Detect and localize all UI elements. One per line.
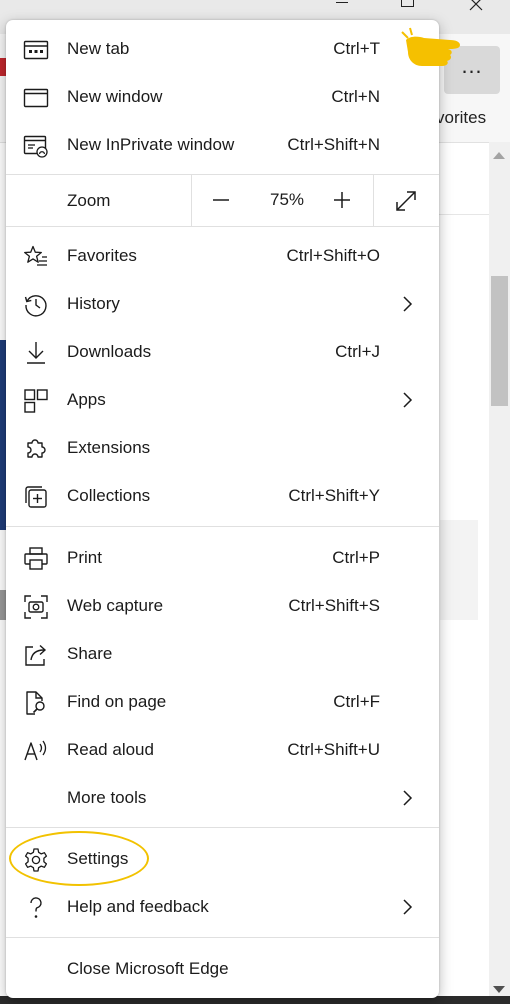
close-icon	[469, 0, 483, 11]
minimize-button[interactable]	[322, 0, 362, 14]
menu-item-help-and-feedback[interactable]: Help and feedback	[6, 883, 439, 931]
menu-item-label: New tab	[67, 39, 130, 58]
menu-item-more-tools[interactable]: More tools	[6, 774, 439, 822]
window-icon	[23, 85, 49, 111]
collections-icon	[23, 484, 49, 510]
menu-item-label: New window	[67, 87, 163, 106]
shortcut-text: Ctrl+T	[333, 39, 380, 58]
menu-item-label: Web capture	[67, 596, 164, 615]
chevron-right-icon	[402, 295, 414, 313]
menu-item-label: History	[67, 294, 120, 313]
menu-item-downloads[interactable]: Downloads Ctrl+J	[6, 328, 439, 376]
history-icon	[23, 292, 49, 318]
menu-item-label: Extensions	[67, 438, 151, 457]
shortcut-text: Ctrl+Shift+U	[287, 740, 380, 759]
menu-separator	[6, 827, 439, 828]
scroll-thumb[interactable]	[491, 276, 508, 406]
menu-item-label: Find on page	[67, 692, 167, 711]
zoom-level-value: 75%	[269, 190, 305, 209]
shortcut-text: Ctrl+Shift+N	[287, 135, 380, 154]
printer-icon	[23, 546, 49, 572]
zoom-divider	[191, 175, 192, 226]
menu-item-new-window[interactable]: New window Ctrl+N	[6, 73, 439, 121]
zoom-label: Zoom	[67, 191, 111, 210]
share-icon	[23, 642, 49, 668]
chevron-right-icon	[402, 789, 414, 807]
menu-item-label: New InPrivate window	[67, 135, 235, 154]
zoom-divider	[373, 175, 374, 226]
menu-item-label: Downloads	[67, 342, 152, 361]
shortcut-text: Ctrl+P	[332, 548, 380, 567]
shortcut-text: Ctrl+N	[331, 87, 380, 106]
puzzle-icon	[23, 436, 49, 462]
menu-item-label: Help and feedback	[67, 897, 209, 916]
menu-item-label: Share	[67, 644, 113, 663]
menu-item-find-on-page[interactable]: Find on page Ctrl+F	[6, 678, 439, 726]
menu-separator	[6, 937, 439, 938]
menu-item-label: Collections	[67, 486, 151, 505]
plus-icon	[334, 192, 350, 208]
chevron-right-icon	[402, 898, 414, 916]
zoom-out-button[interactable]	[210, 189, 232, 211]
page-scrollbar[interactable]	[489, 142, 510, 1004]
menu-item-collections[interactable]: Collections Ctrl+Shift+Y	[6, 472, 439, 520]
favorites-bar-label[interactable]: vorites	[436, 108, 486, 128]
menu-item-label: Read aloud	[67, 740, 154, 759]
menu-separator	[6, 226, 439, 227]
download-icon	[23, 340, 49, 366]
minus-icon	[213, 199, 229, 201]
shortcut-text: Ctrl+J	[335, 342, 380, 361]
pointing-hand-icon	[401, 27, 460, 66]
menu-item-print[interactable]: Print Ctrl+P	[6, 534, 439, 582]
inprivate-icon	[23, 133, 49, 159]
star-list-icon	[23, 244, 49, 270]
menu-item-new-inprivate-window[interactable]: New InPrivate window Ctrl+Shift+N	[6, 121, 439, 169]
shortcut-text: Ctrl+Shift+Y	[288, 486, 380, 505]
menu-item-label: Print	[67, 548, 102, 567]
menu-item-read-aloud[interactable]: Read aloud Ctrl+Shift+U	[6, 726, 439, 774]
settings-and-more-menu: New tab Ctrl+T New window Ctrl+N New InP…	[6, 20, 439, 998]
menu-item-share[interactable]: Share	[6, 630, 439, 678]
settings-highlight-circle	[9, 831, 149, 886]
maximize-button[interactable]	[388, 0, 428, 14]
menu-item-favorites[interactable]: Favorites Ctrl+Shift+O	[6, 232, 439, 280]
new-tab-icon	[23, 37, 49, 63]
menu-item-label: Favorites	[67, 246, 137, 265]
menu-item-history[interactable]: History	[6, 280, 439, 328]
zoom-row: Zoom 75%	[6, 175, 439, 226]
apps-grid-icon	[23, 388, 49, 414]
shortcut-text: Ctrl+Shift+O	[286, 246, 380, 265]
find-page-icon	[23, 690, 49, 716]
menu-item-close-microsoft-edge[interactable]: Close Microsoft Edge	[6, 945, 439, 993]
menu-item-label: More tools	[67, 788, 147, 807]
menu-separator	[6, 526, 439, 527]
close-window-button[interactable]	[456, 0, 496, 14]
expand-diagonal-icon	[396, 191, 416, 211]
chevron-right-icon	[402, 391, 414, 409]
shortcut-text: Ctrl+F	[333, 692, 380, 711]
menu-item-apps[interactable]: Apps	[6, 376, 439, 424]
menu-item-label: Close Microsoft Edge	[67, 959, 229, 978]
shortcut-text: Ctrl+Shift+S	[288, 596, 380, 615]
zoom-in-button[interactable]	[331, 189, 353, 211]
read-aloud-icon	[23, 738, 49, 764]
full-screen-button[interactable]	[394, 189, 418, 213]
scroll-down-arrow[interactable]	[493, 986, 505, 993]
scroll-up-arrow[interactable]	[493, 152, 505, 159]
menu-item-label: Apps	[67, 390, 106, 409]
menu-item-new-tab[interactable]: New tab Ctrl+T	[6, 25, 439, 73]
menu-item-extensions[interactable]: Extensions	[6, 424, 439, 472]
question-mark-icon	[23, 895, 49, 921]
camera-capture-icon	[23, 594, 49, 620]
menu-item-web-capture[interactable]: Web capture Ctrl+Shift+S	[6, 582, 439, 630]
page-content-block	[440, 520, 478, 620]
